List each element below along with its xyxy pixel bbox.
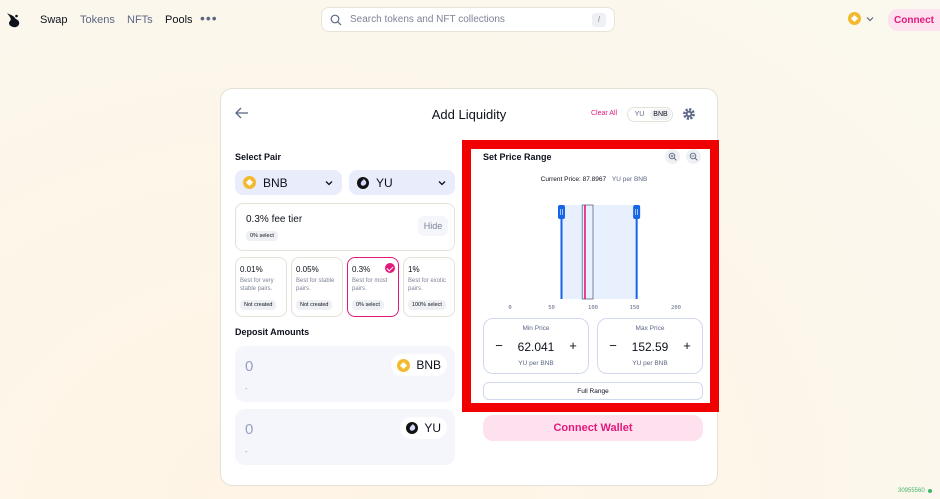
deposit-token-badge: YU [400, 417, 447, 439]
current-price-readout: Current Price: 87.8967 YU per BNB [483, 176, 705, 183]
max-price-input[interactable]: Max Price − 152.59 + YU per BNB [597, 318, 703, 374]
check-circle-icon [385, 263, 395, 273]
bnb-icon [243, 176, 256, 189]
fee-option-status-badge: 100% select [408, 300, 446, 310]
yu-token-icon [406, 422, 419, 434]
connect-button[interactable]: Connect [888, 9, 940, 31]
uniswap-logo-icon[interactable] [4, 10, 22, 30]
nav-link-pools[interactable]: Pools [165, 14, 193, 26]
deposit-usd-value: - [245, 384, 248, 393]
fee-option-status-badge: Not created [240, 300, 277, 310]
connect-wallet-button[interactable]: Connect Wallet [483, 415, 703, 441]
chevron-down-icon [325, 181, 333, 186]
nav-link-nfts[interactable]: NFTs [127, 14, 153, 26]
min-price-increment-button[interactable]: + [566, 339, 580, 353]
clear-all-button[interactable]: Clear All [591, 110, 617, 117]
current-price-unit: YU per BNB [611, 176, 648, 183]
nav-link-swap[interactable]: Swap [40, 14, 68, 26]
min-range-handle[interactable] [557, 205, 565, 219]
liquidity-range-chart[interactable]: 0 50 100 150 200 [483, 187, 705, 317]
chevron-down-icon [438, 181, 446, 186]
fee-tier-summary: 0.3% fee tier 0% select Hide [235, 203, 455, 251]
zoom-in-icon [668, 152, 677, 161]
token-b-selector[interactable]: YU [349, 170, 455, 195]
chevron-down-icon [866, 16, 874, 21]
fee-option-1[interactable]: 1% Best for exotic pairs. 100% select [403, 257, 455, 317]
x-axis-tick-label: 200 [671, 305, 681, 311]
deposit-input-yu[interactable]: 0 - YU [235, 409, 455, 465]
token-a-selector[interactable]: BNB [235, 170, 342, 195]
deposit-amount-value[interactable]: 0 [245, 358, 253, 375]
toggle-option-yu[interactable]: YU [629, 109, 650, 120]
fee-option-description: Best for stable pairs. [296, 278, 335, 292]
full-range-button[interactable]: Full Range [483, 382, 703, 400]
base-token-toggle: YU BNB [627, 107, 673, 122]
nav-link-tokens[interactable]: Tokens [80, 14, 115, 26]
deposit-amount-value[interactable]: 0 [245, 421, 253, 438]
x-axis-tick-label: 0 [508, 305, 511, 311]
fee-option-percent: 0.05% [296, 265, 319, 274]
top-nav: Swap Tokens NFTs Pools ••• Search tokens… [0, 0, 940, 40]
deposit-input-bnb[interactable]: 0 - BNB [235, 346, 455, 402]
zoom-in-button[interactable] [665, 149, 680, 164]
search-input[interactable]: Search tokens and NFT collections [350, 14, 592, 25]
deposit-amounts-label: Deposit Amounts [235, 327, 310, 337]
fee-option-description: Best for exotic pairs. [408, 278, 447, 292]
selected-range-area [561, 205, 637, 299]
min-price-input[interactable]: Min Price − 62.041 + YU per BNB [483, 318, 589, 374]
x-axis-tick-label: 150 [630, 305, 640, 311]
fee-option-status-badge: 0% select [352, 300, 384, 310]
toggle-option-bnb[interactable]: BNB [650, 109, 671, 120]
search-icon [330, 14, 342, 25]
token-b-label: YU [376, 175, 393, 190]
price-range-panel: Set Price Range Current Price: 87.8967 Y… [483, 147, 705, 403]
yu-token-icon [357, 176, 369, 189]
select-pair-label: Select Pair [235, 152, 282, 162]
zoom-out-button[interactable] [686, 149, 701, 164]
zoom-out-icon [689, 152, 698, 161]
fee-option-percent: 0.01% [240, 265, 263, 274]
deposit-token-badge: BNB [391, 354, 447, 376]
max-price-unit: YU per BNB [632, 360, 668, 367]
add-liquidity-card: Add Liquidity Clear All YU BNB Select Pa… [220, 88, 718, 486]
hide-fee-tiers-button[interactable]: Hide [418, 216, 448, 236]
fee-option-0-01[interactable]: 0.01% Best for very stable pairs. Not cr… [235, 257, 287, 317]
fee-option-0-05[interactable]: 0.05% Best for stable pairs. Not created [291, 257, 343, 317]
bnb-icon [397, 358, 411, 372]
deposit-token-label: YU [424, 421, 441, 435]
fee-tier-title: 0.3% fee tier [246, 214, 303, 225]
min-price-unit: YU per BNB [518, 360, 554, 367]
gear-icon[interactable] [682, 107, 696, 121]
max-range-handle[interactable] [633, 205, 641, 219]
deposit-token-label: BNB [416, 358, 441, 372]
current-price-label: Current Price: [540, 176, 581, 183]
deposit-usd-value: - [245, 447, 248, 456]
status-dot-icon [927, 489, 932, 493]
fee-option-description: Best for most pairs. [352, 278, 388, 292]
search-shortcut-key: / [592, 12, 606, 27]
fee-option-status-badge: Not created [296, 300, 333, 310]
x-axis-tick-label: 100 [588, 305, 598, 311]
fee-option-description: Best for very stable pairs. [240, 278, 274, 292]
network-selector[interactable] [848, 12, 875, 25]
current-price-value: 87.8967 [582, 176, 607, 183]
set-price-range-title: Set Price Range [483, 152, 552, 162]
fee-tier-select-badge: 0% select [246, 231, 278, 241]
token-a-label: BNB [263, 175, 288, 190]
block-number-indicator: 30955560 [898, 488, 932, 494]
block-number-value: 30955560 [898, 488, 925, 494]
search-bar[interactable]: Search tokens and NFT collections / [321, 7, 615, 32]
more-menu-button[interactable]: ••• [200, 10, 218, 26]
x-axis-tick-label: 50 [548, 305, 555, 311]
min-price-label: Min Price [522, 325, 550, 332]
max-price-increment-button[interactable]: + [680, 339, 694, 353]
fee-option-percent: 1% [408, 265, 420, 274]
max-price-label: Max Price [635, 325, 665, 332]
fee-option-percent: 0.3% [352, 265, 371, 274]
bnb-chain-icon [848, 12, 861, 25]
fee-option-0-3[interactable]: 0.3% Best for most pairs. 0% select [347, 257, 399, 317]
